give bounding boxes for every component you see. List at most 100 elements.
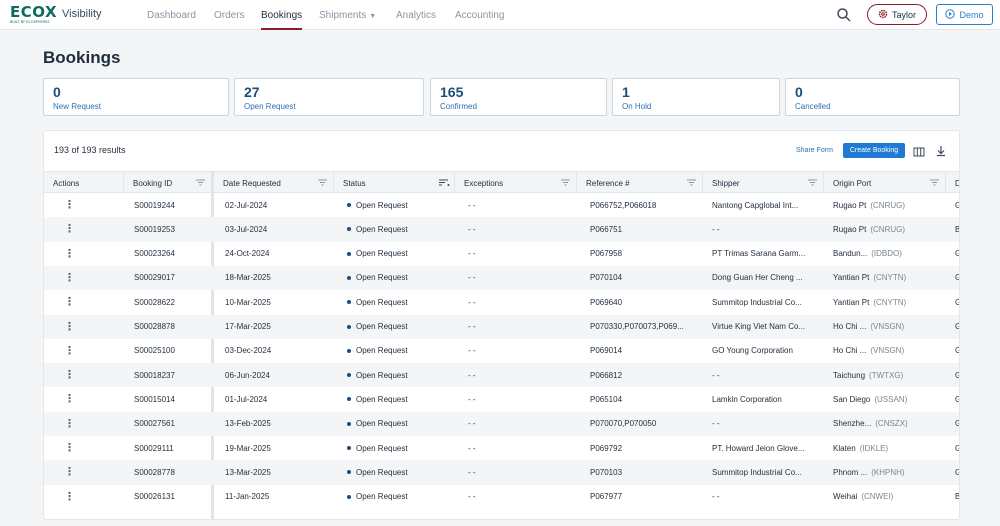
origin-port-code: (CNYTN) <box>873 273 907 283</box>
status-text: Open Request <box>356 273 408 283</box>
user-menu-button[interactable]: Taylor <box>867 4 927 25</box>
more-vertical-icon: ⋮ <box>64 418 72 429</box>
stat-card-new-request[interactable]: 0 New Request <box>43 78 229 116</box>
filter-icon[interactable] <box>196 178 205 187</box>
app-name: Visibility <box>62 8 102 20</box>
sort-filter-icon[interactable] <box>439 178 450 187</box>
booking-id[interactable]: S00026131 <box>134 485 175 509</box>
booking-id[interactable]: S00029017 <box>134 266 175 290</box>
row-actions-menu[interactable]: ⋮ <box>64 217 72 241</box>
exceptions: - - <box>468 443 476 453</box>
more-vertical-icon: ⋮ <box>64 491 72 502</box>
exceptions: - - <box>468 419 476 429</box>
table-row[interactable]: ⋮ S00025100 03-Dec-2024 Open Request - -… <box>44 339 959 363</box>
reference-number: P070070,P070050 <box>590 419 657 429</box>
table-row[interactable]: ⋮ S00028622 10-Mar-2025 Open Request - -… <box>44 290 959 314</box>
column-header-reference[interactable]: Reference # <box>577 172 703 194</box>
booking-id[interactable]: S00019253 <box>134 217 175 241</box>
row-actions-menu[interactable]: ⋮ <box>64 266 72 290</box>
ecox-logo[interactable]: ECOX BUILT BY ECOSPHERES <box>10 5 57 25</box>
stat-card-on-hold[interactable]: 1 On Hold <box>612 78 780 116</box>
table-row[interactable]: ⋮ S00028878 17-Mar-2025 Open Request - -… <box>44 314 959 339</box>
shipper: PT. Howard Jeion Glove... <box>712 443 805 453</box>
status-cell: Open Request <box>347 242 408 266</box>
table-row[interactable]: ⋮ S00026131 11-Jan-2025 Open Request - -… <box>44 485 959 509</box>
booking-id[interactable]: S00029111 <box>134 436 174 460</box>
nav-shipments[interactable]: Shipments ▼ <box>319 10 376 30</box>
row-actions-menu[interactable]: ⋮ <box>64 242 72 266</box>
nav-bookings[interactable]: Bookings <box>261 10 303 30</box>
booking-id[interactable]: S00025100 <box>134 339 175 363</box>
row-actions-menu[interactable]: ⋮ <box>64 485 72 509</box>
column-header-actions[interactable]: Actions <box>44 172 124 194</box>
search-icon[interactable] <box>836 7 852 23</box>
column-header-origin-port[interactable]: Origin Port <box>824 172 946 194</box>
filter-icon[interactable] <box>318 178 327 187</box>
status-cell: Open Request <box>347 266 408 290</box>
reference-number: P066812 <box>590 370 623 380</box>
row-actions-menu[interactable]: ⋮ <box>64 412 72 436</box>
column-header-destination[interactable]: D <box>946 172 959 194</box>
row-actions-menu[interactable]: ⋮ <box>64 339 72 363</box>
table-row[interactable]: ⋮ S00018237 06-Jun-2024 Open Request - -… <box>44 363 959 388</box>
booking-id[interactable]: S00028778 <box>134 460 175 484</box>
row-actions-menu[interactable]: ⋮ <box>64 315 72 339</box>
booking-id[interactable]: S00019244 <box>134 193 175 217</box>
filter-icon[interactable] <box>930 178 939 187</box>
table-row[interactable]: ⋮ S00019244 02-Jul-2024 Open Request - -… <box>44 193 959 217</box>
origin-port-name: Yantian Pt <box>833 297 870 307</box>
booking-id[interactable]: S00028622 <box>134 290 175 314</box>
row-actions-menu[interactable]: ⋮ <box>64 387 72 411</box>
status-cell: Open Request <box>347 315 408 339</box>
row-actions-menu[interactable]: ⋮ <box>64 460 72 484</box>
column-header-booking-id[interactable]: Booking ID <box>124 172 212 194</box>
booking-id[interactable]: S00018237 <box>134 363 175 387</box>
filter-icon[interactable] <box>808 178 817 187</box>
download-icon[interactable] <box>935 144 947 157</box>
nav-orders[interactable]: Orders <box>214 10 245 30</box>
row-actions-menu[interactable]: ⋮ <box>64 193 72 217</box>
table-row[interactable]: ⋮ S00028778 13-Mar-2025 Open Request - -… <box>44 460 959 485</box>
nav-dashboard[interactable]: Dashboard <box>147 10 196 30</box>
row-actions-menu[interactable]: ⋮ <box>64 436 72 460</box>
origin-port: Ho Chi ... (VNSGN) <box>833 315 904 339</box>
row-actions-menu[interactable]: ⋮ <box>64 290 72 314</box>
column-header-label: Status <box>343 178 366 188</box>
reference-number: P066751 <box>590 224 623 234</box>
column-header-status[interactable]: Status <box>334 172 455 194</box>
stat-label: On Hold <box>622 102 652 111</box>
table-row[interactable]: ⋮ S00015014 01-Jul-2024 Open Request - -… <box>44 387 959 411</box>
stat-card-confirmed[interactable]: 165 Confirmed <box>430 78 607 116</box>
booking-id[interactable]: S00023264 <box>134 242 175 266</box>
booking-id[interactable]: S00015014 <box>134 387 175 411</box>
columns-icon[interactable] <box>913 145 925 157</box>
more-vertical-icon: ⋮ <box>64 272 72 283</box>
create-booking-button[interactable]: Create Booking <box>843 143 905 158</box>
table-row[interactable]: ⋮ S00029111 19-Mar-2025 Open Request - -… <box>44 436 959 460</box>
status-dot-icon <box>347 421 351 426</box>
destination: G <box>955 387 959 411</box>
demo-button[interactable]: Demo <box>936 4 993 25</box>
table-row[interactable]: ⋮ S00019253 03-Jul-2024 Open Request - -… <box>44 217 959 242</box>
origin-port: Taichung (TWTXG) <box>833 363 903 387</box>
row-actions-menu[interactable]: ⋮ <box>64 363 72 387</box>
exceptions: - - <box>468 394 476 404</box>
booking-id[interactable]: S00027561 <box>134 412 175 436</box>
stat-card-open-request[interactable]: 27 Open Request <box>234 78 424 116</box>
column-header-shipper[interactable]: Shipper <box>703 172 824 194</box>
nav-accounting[interactable]: Accounting <box>455 10 504 30</box>
table-row[interactable]: ⋮ S00027561 13-Feb-2025 Open Request - -… <box>44 411 959 436</box>
share-form-link[interactable]: Share Form <box>796 147 833 154</box>
more-vertical-icon: ⋮ <box>64 200 72 211</box>
filter-icon[interactable] <box>561 178 570 187</box>
stat-card-cancelled[interactable]: 0 Cancelled <box>785 78 960 116</box>
table-row[interactable]: ⋮ S00023264 24-Oct-2024 Open Request - -… <box>44 242 959 266</box>
table-row[interactable]: ⋮ S00029017 18-Mar-2025 Open Request - -… <box>44 265 959 291</box>
nav-analytics[interactable]: Analytics <box>396 10 436 30</box>
filter-icon[interactable] <box>687 178 696 187</box>
column-header-exceptions[interactable]: Exceptions <box>455 172 577 194</box>
column-header-date-requested[interactable]: Date Requested <box>214 172 334 194</box>
booking-id[interactable]: S00028878 <box>134 315 175 339</box>
status-cell: Open Request <box>347 193 408 217</box>
shipper: Virtue King Viet Nam Co... <box>712 322 806 331</box>
